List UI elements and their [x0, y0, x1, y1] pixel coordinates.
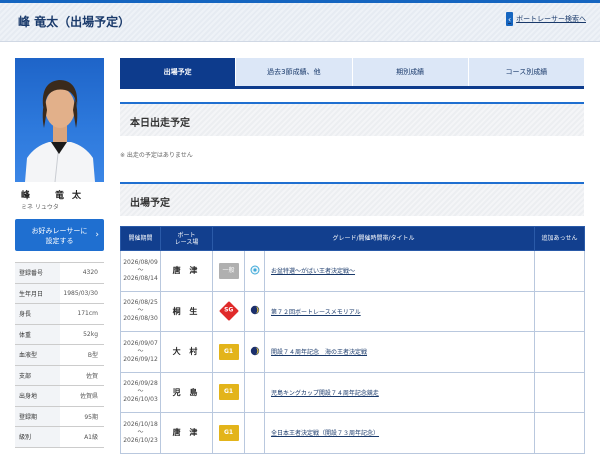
chevron-left-icon: ‹	[506, 12, 514, 26]
grade-badge: G1	[218, 343, 239, 360]
attribute-key: 生年月日	[15, 283, 60, 303]
racer-search-link[interactable]: ‹ ボートレーサー検索へ	[506, 12, 586, 26]
schedule-period: 2026/09/28 ～ 2026/10/03	[120, 371, 161, 413]
schedule-period: 2026/08/09 ～ 2026/08/14	[120, 250, 161, 292]
page-title: 峰 竜太（出場予定）	[18, 15, 131, 29]
col-header-title: グレード/開催時間帯/タイトル	[211, 226, 536, 251]
schedule-venue: 唐 津	[160, 412, 213, 454]
chevron-right-icon: ›	[95, 230, 99, 240]
attribute-key: 出身地	[15, 386, 60, 406]
attribute-key: 登録番号	[15, 263, 60, 283]
night-icon	[244, 331, 265, 373]
attribute-key: 体重	[15, 324, 60, 344]
attribute-value: 52kg	[83, 330, 98, 338]
attribute-value: 95期	[84, 413, 98, 421]
race-title-link[interactable]: 児島キングカップ開設７４周年記念競走	[263, 371, 536, 413]
attribute-value: 4320	[82, 269, 98, 277]
schedule-row: 2026/08/25 ～ 2026/08/30 桐 生 SG 第７２回ボートレースメモリア…	[120, 290, 586, 332]
schedule-venue: 桐 生	[160, 290, 213, 332]
profile-attribute-row: 体重 52kg	[15, 324, 104, 345]
page-header: 峰 竜太（出場予定） ‹ ボートレーサー検索へ	[0, 0, 600, 42]
racer-profile: 峰 竜太 ミネ リュウタ お好みレーサーに 設定する › 登録番号 4320 生年月日…	[15, 58, 104, 448]
profile-attributes: 登録番号 4320 生年月日 1985/03/30 身長 171cm 体重 52kg 血液型 B型…	[15, 262, 104, 448]
attribute-key: 血液型	[15, 345, 60, 365]
schedule-row: 2026/09/07 ～ 2026/09/12 大 村 G1 開設７４周年記念 海の王者決…	[120, 331, 586, 373]
tab-bar: 出場予定 過去3節成績、他 期別成績 コース別成績	[120, 58, 584, 86]
grade-badge: G1	[218, 424, 239, 441]
grade-badge: G1	[218, 384, 239, 401]
tab-underline	[120, 86, 584, 89]
race-title-link[interactable]: 開設７４周年記念 海の王者決定戦	[263, 331, 536, 373]
col-header-extra: 追加あっせん	[534, 226, 586, 251]
tab-2[interactable]: 期別成績	[352, 58, 468, 86]
profile-attribute-row: 生年月日 1985/03/30	[15, 283, 104, 304]
profile-attribute-row: 血液型 B型	[15, 345, 104, 366]
attribute-key: 級別	[15, 427, 60, 447]
morning-icon	[244, 250, 265, 292]
tab-1[interactable]: 過去3節成績、他	[236, 58, 352, 86]
night-icon	[244, 290, 265, 332]
schedule-extra	[534, 331, 586, 373]
attribute-value: 佐賀県	[79, 393, 98, 401]
attribute-key: 身長	[15, 304, 60, 324]
schedule-table: 開催期間 ボート レース場 グレード/開催時間帯/タイトル 追加あっせん 2026…	[120, 226, 586, 454]
attribute-key: 登録期	[15, 406, 60, 426]
col-header-venue: ボート レース場	[160, 226, 213, 251]
col-header-period: 開催期間	[120, 226, 161, 251]
schedule-extra	[534, 290, 586, 332]
schedule-grade: SG	[212, 290, 245, 332]
racer-kana: ミネ リュウタ	[21, 204, 59, 211]
profile-attribute-row: 登録期 95期	[15, 406, 104, 427]
schedule-grade: G1	[212, 412, 245, 454]
racer-name: 峰 竜太	[21, 191, 90, 201]
no-schedule-message: ※ 出走の予定はありません	[120, 152, 193, 159]
racer-photo	[15, 58, 104, 182]
schedule-grade: 一般	[212, 250, 245, 292]
profile-attribute-row: 身長 171cm	[15, 304, 104, 325]
schedule-extra	[534, 371, 586, 413]
attribute-value: 1985/03/30	[63, 289, 98, 297]
schedule-grade: G1	[212, 331, 245, 373]
race-title-link[interactable]: 全日本王者決定戦（開設７３周年記念）	[263, 412, 536, 454]
schedule-row: 2026/10/18 ～ 2026/10/23 唐 津 G1 全日本王者決定戦（開設７３周…	[120, 412, 586, 454]
schedule-venue: 唐 津	[160, 250, 213, 292]
schedule-venue: 児 島	[160, 371, 213, 413]
tab-0[interactable]: 出場予定	[120, 58, 236, 86]
schedule-row: 2026/09/28 ～ 2026/10/03 児 島 G1 児島キングカップ開設７４周年…	[120, 371, 586, 413]
schedule-time	[244, 371, 265, 413]
tab-3[interactable]: コース別成績	[468, 58, 584, 86]
schedule-period: 2026/10/18 ～ 2026/10/23	[120, 412, 161, 454]
schedule-venue: 大 村	[160, 331, 213, 373]
grade-badge: 一般	[218, 262, 239, 279]
race-title-link[interactable]: お盆特選～がばい王者決定戦～	[263, 250, 536, 292]
schedule-time	[244, 412, 265, 454]
schedule-grade: G1	[212, 371, 245, 413]
schedule-period: 2026/08/25 ～ 2026/08/30	[120, 290, 161, 332]
attribute-value: B型	[87, 352, 98, 360]
today-section-title: 本日出走予定	[120, 102, 584, 136]
profile-attribute-row: 登録番号 4320	[15, 263, 104, 284]
attribute-key: 支部	[15, 365, 60, 385]
racer-search-link-label: ボートレーサー検索へ	[516, 15, 586, 23]
profile-attribute-row: 級別 A1級	[15, 427, 104, 448]
profile-attribute-row: 支部 佐賀	[15, 365, 104, 386]
attribute-value: 171cm	[77, 310, 98, 318]
schedule-period: 2026/09/07 ～ 2026/09/12	[120, 331, 161, 373]
schedule-extra	[534, 412, 586, 454]
add-favorite-label: お好みレーサーに 設定する	[31, 227, 88, 245]
attribute-value: 佐賀	[85, 372, 98, 380]
schedule-row: 2026/08/09 ～ 2026/08/14 唐 津一般 お盆特選～がばい王者決定戦～	[120, 250, 586, 292]
schedule-extra	[534, 250, 586, 292]
add-favorite-button[interactable]: お好みレーサーに 設定する ›	[15, 219, 104, 251]
race-title-link[interactable]: 第７２回ボートレースメモリアル	[263, 290, 536, 332]
schedule-section-title: 出場予定	[120, 182, 584, 216]
attribute-value: A1級	[84, 434, 98, 442]
grade-badge: SG	[218, 301, 239, 322]
profile-attribute-row: 出身地 佐賀県	[15, 386, 104, 407]
